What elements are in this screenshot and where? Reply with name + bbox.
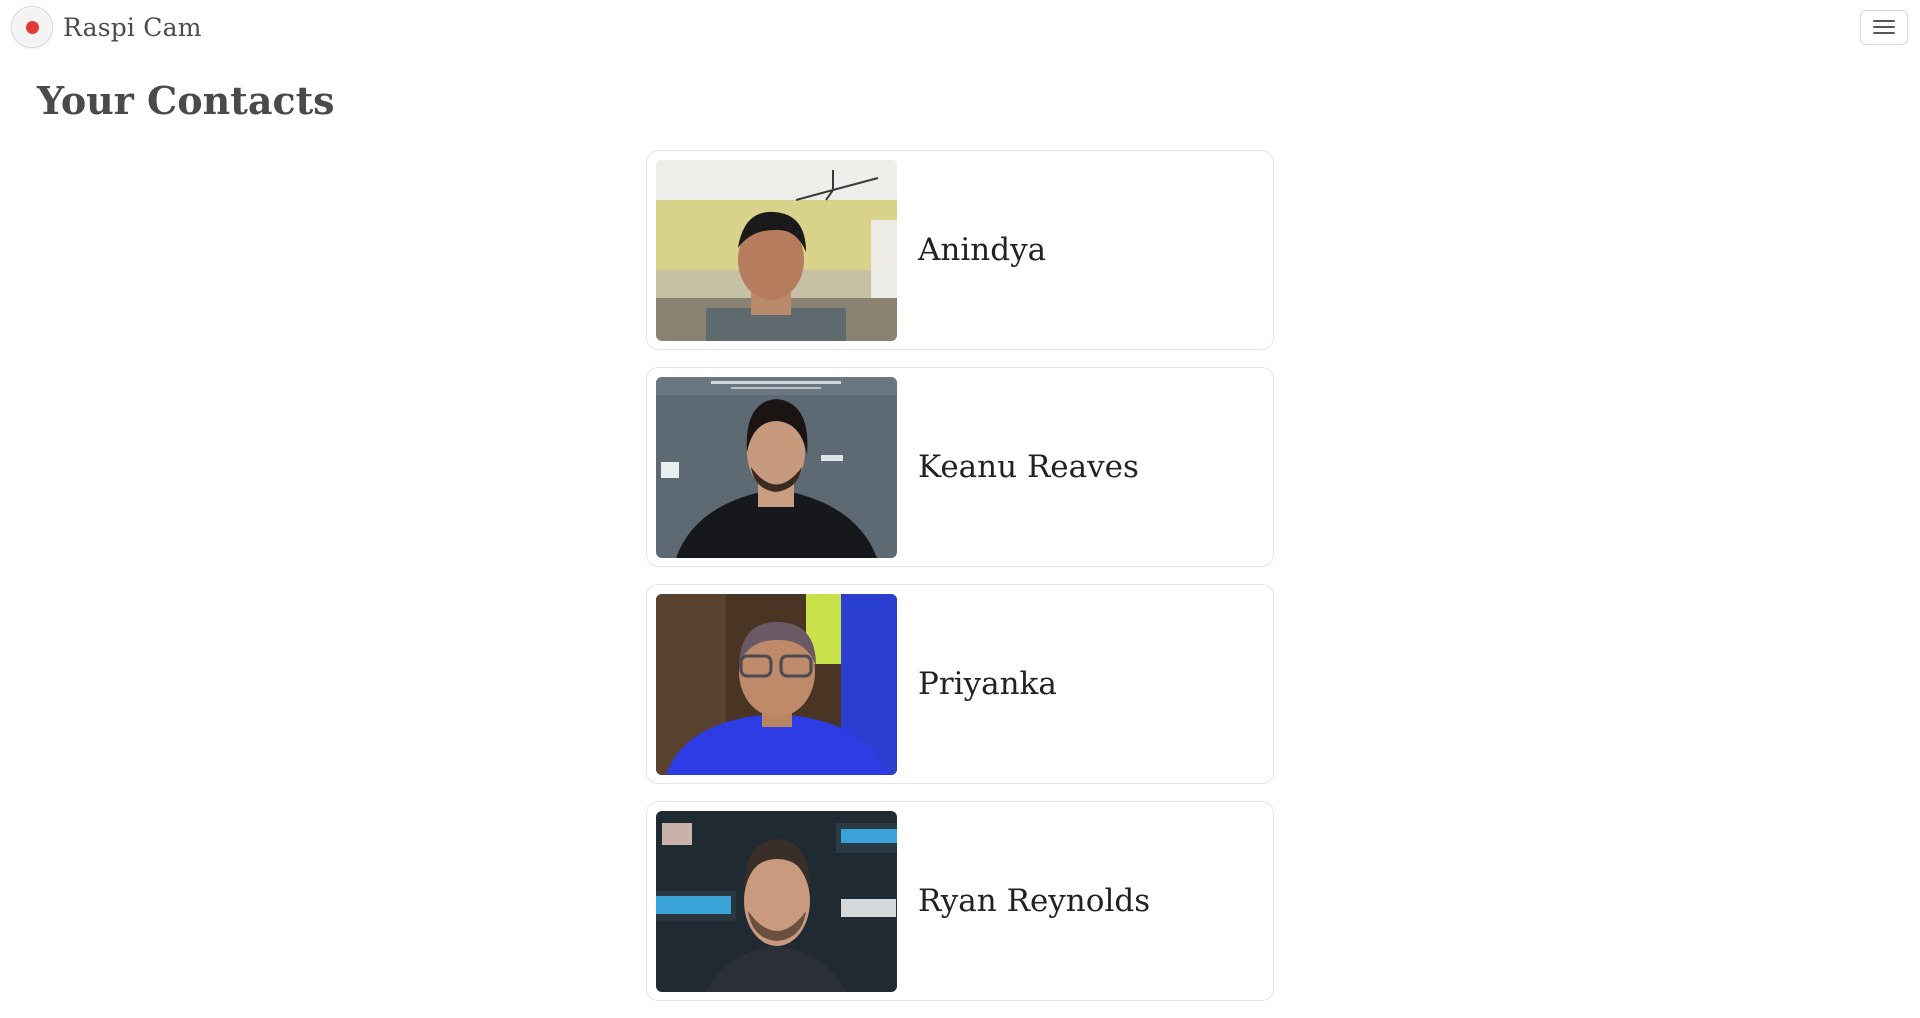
- contact-card-ryan-reynolds[interactable]: Ryan Reynolds: [646, 801, 1274, 1001]
- hamburger-menu-icon: [1873, 20, 1895, 34]
- contact-card-priyanka[interactable]: Priyanka: [646, 584, 1274, 784]
- contact-photo: [656, 593, 897, 775]
- record-dot-icon: [11, 6, 53, 48]
- brand[interactable]: Raspi Cam: [11, 6, 202, 48]
- contact-name: Priyanka: [918, 666, 1057, 702]
- contact-name: Ryan Reynolds: [918, 883, 1151, 919]
- page-title: Your Contacts: [37, 78, 335, 123]
- contact-card-anindya[interactable]: Anindya: [646, 150, 1274, 350]
- brand-name: Raspi Cam: [63, 12, 202, 42]
- contact-list: Anindya Keanu Reaves Priyanka Ryan Reyno…: [646, 150, 1274, 1018]
- menu-toggle-button[interactable]: [1860, 9, 1908, 45]
- contact-name: Keanu Reaves: [918, 449, 1139, 485]
- contact-photo: [656, 376, 897, 558]
- top-navbar: Raspi Cam: [0, 0, 1920, 54]
- contact-card-keanu-reaves[interactable]: Keanu Reaves: [646, 367, 1274, 567]
- contact-name: Anindya: [918, 232, 1047, 268]
- contact-photo: [656, 810, 897, 992]
- contact-photo: [656, 159, 897, 341]
